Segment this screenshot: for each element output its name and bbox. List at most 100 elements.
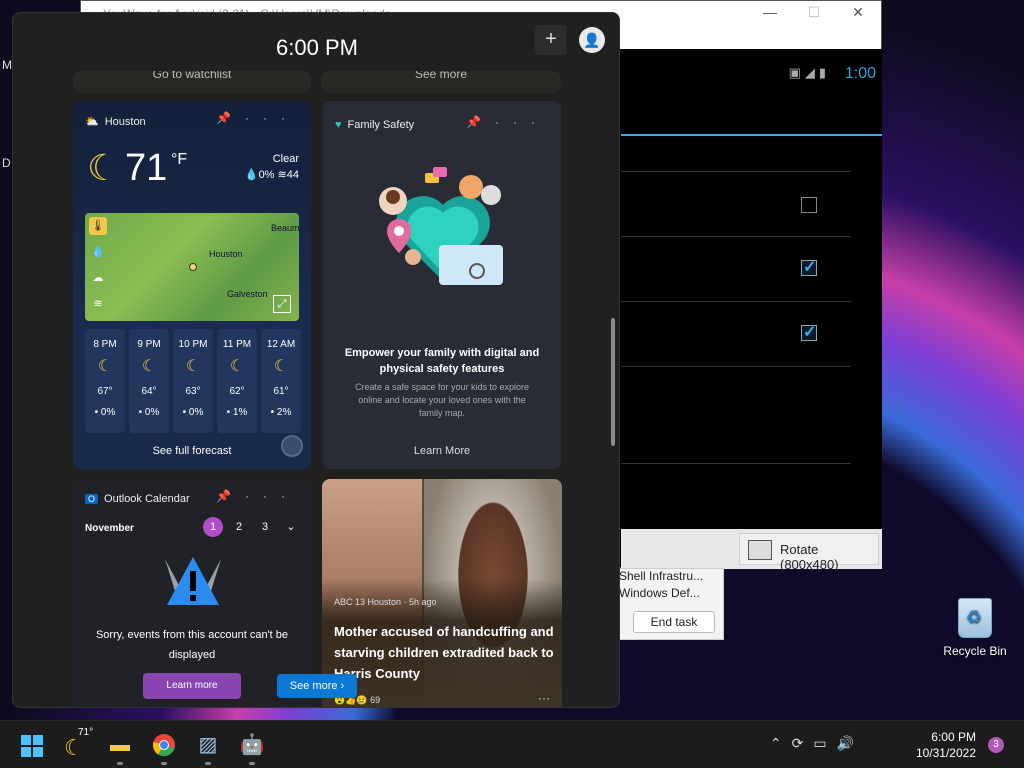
assistant-avatar-icon[interactable]: [281, 435, 303, 457]
row-divider: [621, 171, 851, 172]
see-full-forecast-link[interactable]: See full forecast: [73, 445, 311, 457]
taskbar: ☾ 71° ▬ ▨ 🤖 ⌃⟳▭🔊 6:00 PM 10/31/2022 3: [0, 720, 1024, 768]
process-name[interactable]: Windows Def...: [619, 586, 700, 604]
news-card-partial[interactable]: See more: [321, 71, 561, 93]
task-manager-icon[interactable]: ▨: [192, 729, 224, 765]
weather-conditions: Clear 💧0% ≋44: [245, 151, 299, 183]
setting-checkbox-1[interactable]: [801, 197, 817, 213]
partly-cloudy-night-icon: ☾: [141, 358, 157, 375]
precipitation-icon[interactable]: 💧: [89, 243, 107, 261]
notification-badge[interactable]: 3: [988, 737, 1004, 753]
news-headline[interactable]: Mother accused of handcuffing and starvi…: [334, 621, 554, 684]
recycle-bin-icon: [958, 598, 992, 638]
weather-map[interactable]: 🌡 💧 ☁ ≋ Houston Galveston Beaum ⤢: [85, 213, 299, 321]
thermometer-icon[interactable]: 🌡: [89, 217, 107, 235]
drop-icon: •: [270, 407, 275, 418]
task-manager-window[interactable]: Shell Infrastru... Windows Def... End ta…: [612, 568, 724, 640]
watchlist-card-partial[interactable]: Go to watchlist: [73, 71, 311, 93]
page-2-button[interactable]: 2: [229, 517, 249, 537]
hour-precip: 0%: [188, 407, 204, 418]
minimize-button[interactable]: —: [755, 4, 785, 20]
add-widget-button[interactable]: +: [535, 25, 567, 55]
hour-tile[interactable]: 12 AM ☾ 61° • 2%: [261, 329, 301, 433]
drop-icon: •: [138, 407, 143, 418]
taskbar-clock[interactable]: 6:00 PM 10/31/2022: [916, 729, 976, 761]
expand-icon[interactable]: ⤢: [273, 295, 291, 313]
cloud-icon[interactable]: ☁: [89, 269, 107, 287]
see-more-link-partial[interactable]: See more: [415, 71, 467, 81]
widgets-taskbar-button[interactable]: ☾ 71°: [64, 725, 104, 765]
calendar-card-header: O Outlook Calendar: [85, 493, 190, 505]
setting-checkbox-3[interactable]: [801, 322, 817, 342]
calendar-error-message: Sorry, events from this account can't be…: [95, 629, 289, 661]
pin-icon[interactable]: 📌: [216, 489, 245, 503]
precip-icon: 💧: [244, 169, 259, 181]
maximize-button[interactable]: ☐: [799, 4, 829, 21]
taskbar-weather-temp: 71°: [78, 727, 94, 738]
chevron-down-icon[interactable]: ⌄: [281, 517, 301, 537]
map-label: Galveston: [227, 289, 268, 299]
calendar-month: November: [85, 523, 134, 534]
rotate-button[interactable]: Rotate (800x480): [739, 533, 879, 572]
more-options-icon[interactable]: ···: [538, 691, 550, 705]
see-more-button[interactable]: See more ›: [277, 674, 357, 698]
drop-icon: •: [226, 407, 231, 418]
temperature-unit[interactable]: °F: [171, 151, 187, 169]
hour-tile[interactable]: 8 PM ☾ 67° • 0%: [85, 329, 125, 433]
chrome-icon[interactable]: [148, 729, 180, 765]
calendar-learn-more-button[interactable]: Learn more: [143, 673, 241, 699]
hour-tile[interactable]: 10 PM ☾ 63° • 0%: [173, 329, 213, 433]
taskbar-date: 10/31/2022: [915, 746, 976, 760]
pin-icon[interactable]: 📌: [216, 111, 245, 125]
close-button[interactable]: ✕: [843, 4, 873, 21]
weather-city: Houston: [104, 115, 146, 128]
start-button[interactable]: [16, 729, 48, 761]
watchlist-link[interactable]: Go to watchlist: [153, 71, 232, 81]
android-clock: 1:00: [844, 65, 876, 82]
setting-checkbox-2[interactable]: [801, 257, 817, 277]
windows-logo-icon: [21, 735, 43, 757]
chevron-up-icon[interactable]: ⌃: [770, 735, 792, 751]
warning-icon: [165, 557, 221, 605]
news-card[interactable]: ABC 13 Houston · 5h ago Mother accused o…: [322, 479, 562, 707]
recycle-bin[interactable]: Recycle Bin: [940, 598, 1010, 658]
android-screen[interactable]: ▣◢▮ 1:00: [621, 49, 882, 529]
more-options-icon[interactable]: ···: [245, 111, 299, 125]
wind-icon[interactable]: ≋: [89, 295, 107, 313]
rotate-label: Rotate (800x480): [780, 542, 839, 572]
volume-icon[interactable]: 🔊: [837, 735, 864, 751]
hour-precip: 2%: [276, 407, 292, 418]
family-learn-more-link[interactable]: Learn More: [323, 445, 561, 457]
see-more-label: See more: [289, 680, 338, 692]
row-divider: [621, 366, 851, 367]
more-options-icon[interactable]: ···: [245, 489, 299, 503]
weather-card-header: ⛅ Houston: [85, 115, 146, 129]
hour-tile[interactable]: 9 PM ☾ 64° • 0%: [129, 329, 169, 433]
end-task-button[interactable]: End task: [633, 611, 715, 633]
panel-scrollbar[interactable]: [609, 83, 617, 703]
process-name[interactable]: Shell Infrastru...: [619, 569, 703, 587]
hour-tile[interactable]: 11 PM ☾ 62° • 1%: [217, 329, 257, 433]
sync-icon[interactable]: ⟳: [792, 735, 814, 751]
pin-icon[interactable]: 📌: [466, 115, 495, 129]
hour-temp: 64°: [141, 386, 157, 397]
calendar-pager: 1 2 3 ⌄: [203, 517, 301, 537]
weather-card[interactable]: ⛅ Houston 📌··· ☾ 71 °F Clear 💧0% ≋44 🌡 💧…: [73, 101, 311, 469]
outlook-calendar-card[interactable]: O Outlook Calendar 📌··· November 1 2 3 ⌄…: [73, 479, 311, 707]
system-tray: ⌃⟳▭🔊: [770, 735, 864, 752]
network-icon[interactable]: ▭: [813, 735, 836, 751]
page-3-button[interactable]: 3: [255, 517, 275, 537]
page-1-button[interactable]: 1: [203, 517, 223, 537]
hour-precip: 0%: [100, 407, 116, 418]
widgets-panel: 6:00 PM + 👤 Go to watchlist See more ⛅ H…: [12, 12, 620, 708]
more-options-icon[interactable]: ···: [495, 115, 549, 129]
wind-icon: ≋: [277, 169, 287, 181]
family-safety-card[interactable]: ♥ Family Safety 📌··· Empower your family…: [323, 101, 561, 469]
file-explorer-icon[interactable]: ▬: [104, 729, 136, 765]
scrollbar-thumb[interactable]: [611, 318, 615, 446]
android-icon[interactable]: 🤖: [236, 729, 268, 765]
moon-icon: ☾: [87, 147, 120, 188]
account-avatar-icon[interactable]: 👤: [579, 27, 605, 53]
android-statusbar: ▣◢▮ 1:00: [621, 49, 882, 99]
moon-icon: ☾: [64, 735, 84, 760]
